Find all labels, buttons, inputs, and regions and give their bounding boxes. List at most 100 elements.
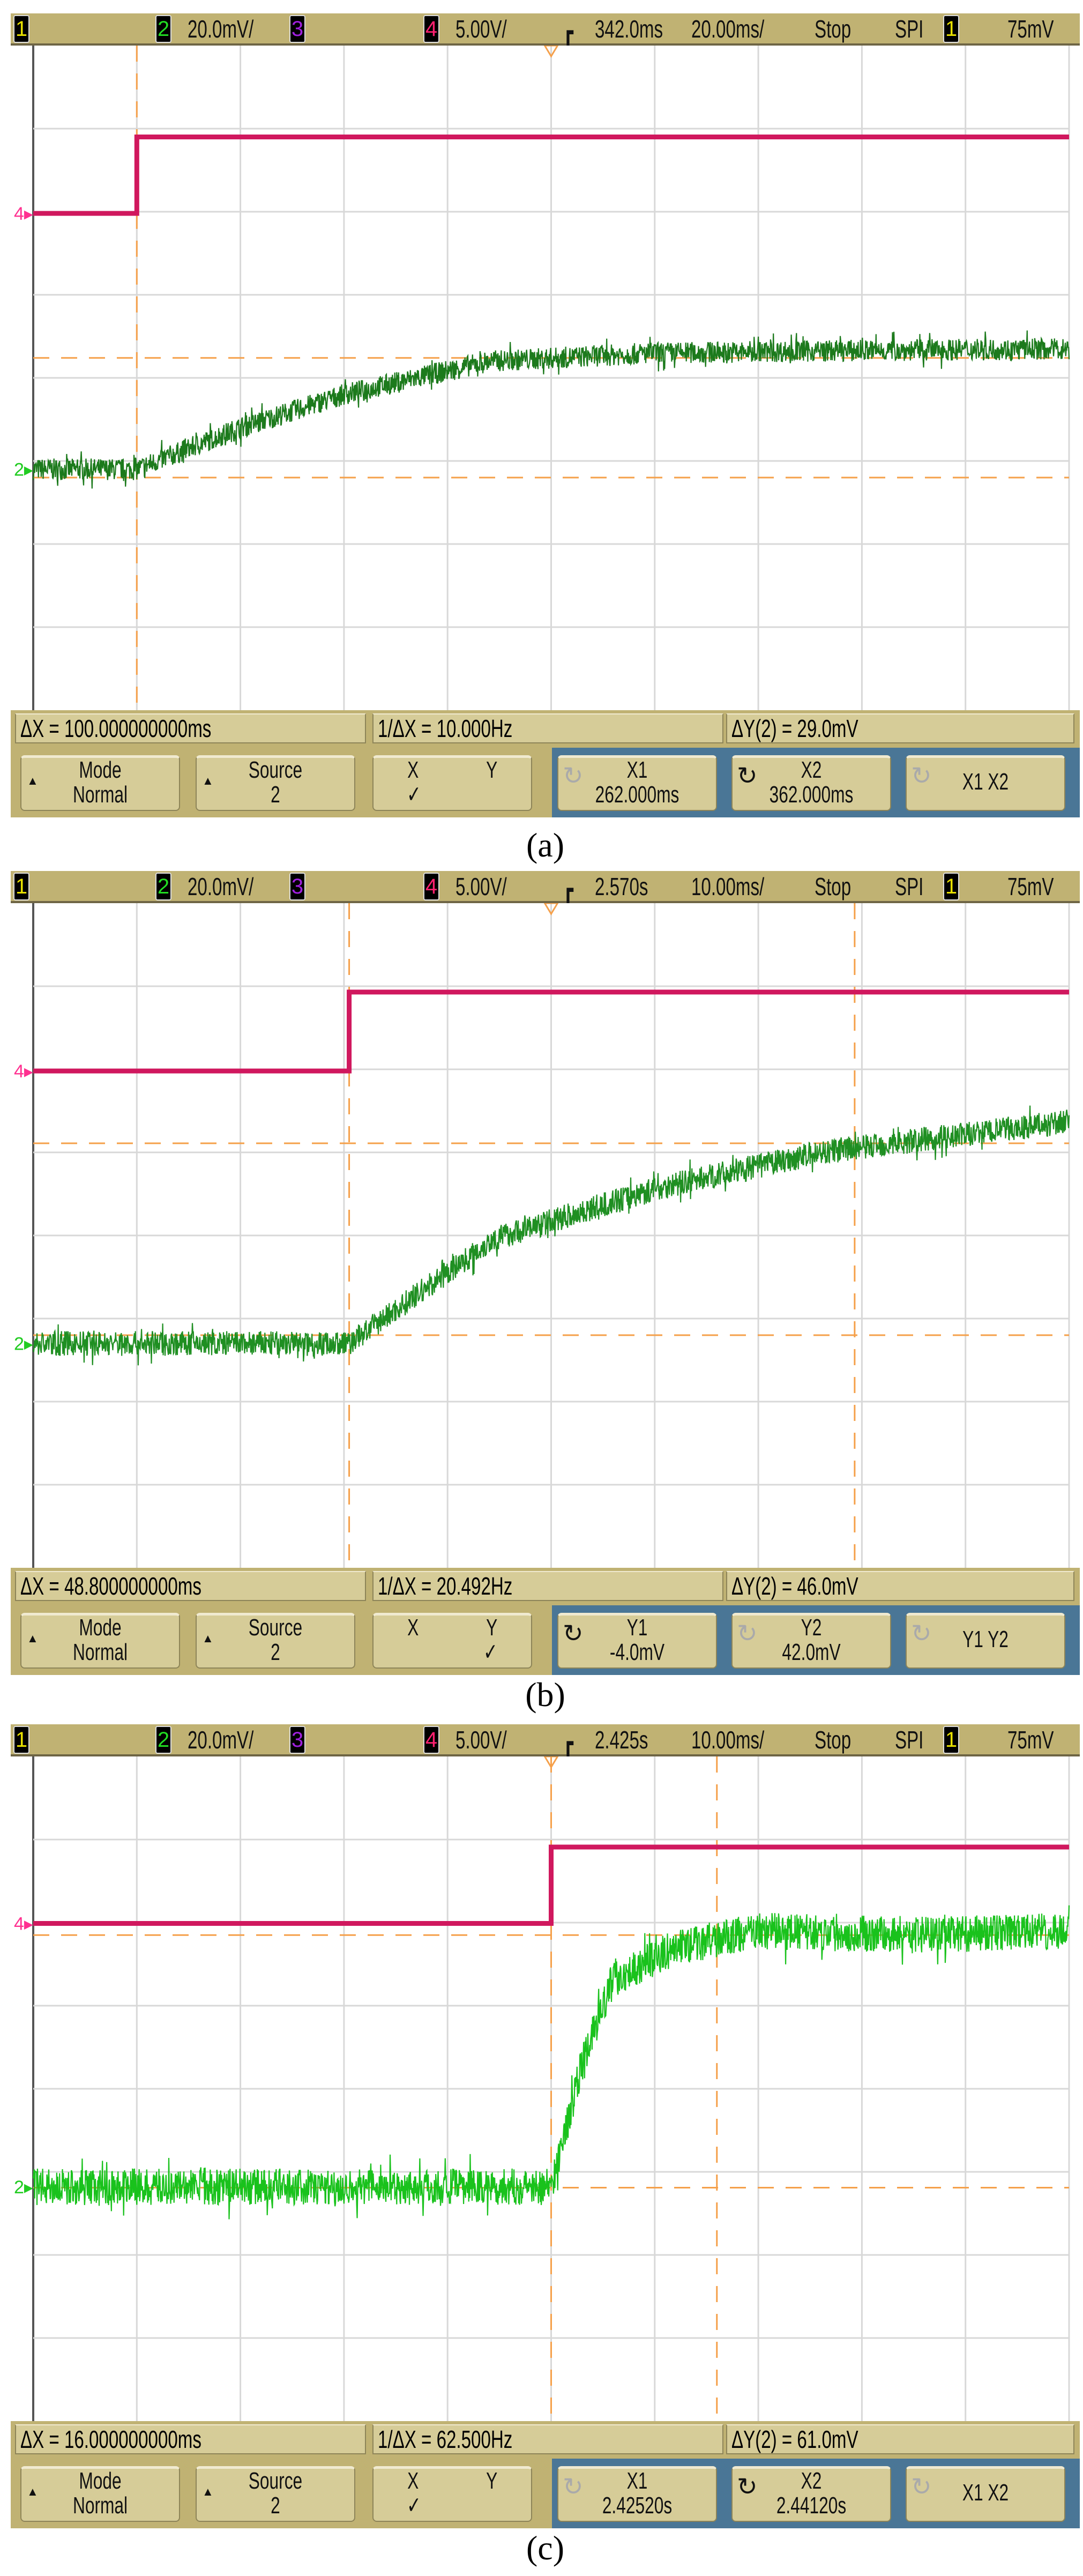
checkmark-icon: ✓ — [406, 781, 421, 808]
cursor-2-softkey[interactable]: ↻ X2 362.000ms — [731, 755, 891, 811]
x-label: X — [407, 1614, 419, 1641]
source-label: Source — [248, 757, 303, 783]
check-row: ✓ — [374, 1640, 531, 1665]
channel-2-scale: 20.0mV/ — [188, 1726, 254, 1754]
softkey-bar: ▲ Mode Normal ▲ Source 2 X Y ✓ ↻ Y1 -4.0mV ↻ Y2 42.0mV… — [11, 1605, 1080, 1675]
channel-2-scale: 20.0mV/ — [188, 873, 254, 900]
mode-softkey[interactable]: ▲ Mode Normal — [20, 1613, 180, 1669]
channel-2-ground-marker: 2▸ — [14, 2177, 33, 2198]
cursor-2-softkey-value: 2.44120s — [776, 2492, 847, 2519]
channel-2-button[interactable]: 2 — [155, 15, 171, 43]
run-state: Stop — [815, 15, 852, 43]
source-softkey[interactable]: ▲ Source 2 — [196, 2466, 355, 2522]
source-value: 2 — [271, 2492, 280, 2519]
delta-y-readout-text: ΔY(2) = 61.0mV — [731, 2425, 858, 2453]
source-value: 2 — [271, 781, 280, 808]
checkmark-icon — [487, 783, 498, 807]
inverse-delta-x-readout: 1/ΔX = 62.500Hz — [372, 2424, 723, 2454]
channel-4-ground-marker: 4▸ — [14, 1914, 33, 1934]
mode-label: Mode — [79, 1614, 122, 1641]
channel-2-button[interactable]: 2 — [155, 1726, 171, 1754]
source-label: Source — [248, 2468, 303, 2494]
channel-3-button[interactable]: 3 — [289, 15, 305, 43]
cursor-1-softkey-value: 2.42520s — [602, 2492, 673, 2519]
channel-4-button[interactable]: 4 — [423, 873, 439, 900]
status-bar: 1 2 20.0mV/3 4 5.00V/2.570s 10.00ms/Stop SPI 1 7… — [11, 871, 1080, 903]
xy-softkey[interactable]: X Y ✓ — [372, 1613, 532, 1669]
y-label: Y — [486, 1614, 498, 1641]
inverse-delta-x-readout: 1/ΔX = 10.000Hz — [372, 713, 723, 743]
cursor-2-softkey-label: Y2 — [801, 1614, 822, 1641]
channel-3-button[interactable]: 3 — [289, 1726, 305, 1754]
delta-y-readout: ΔY(2) = 46.0mV — [726, 1571, 1074, 1601]
cursors-both-softkey[interactable]: ↻ Y1 Y2 — [906, 1613, 1065, 1669]
xy-softkey[interactable]: X Y ✓ — [372, 755, 532, 811]
check-row: ✓ — [374, 783, 531, 807]
mode-softkey[interactable]: ▲ Mode Normal — [20, 2466, 180, 2522]
delta-x-readout: ΔX = 48.800000000ms — [15, 1571, 366, 1601]
channel-1-button[interactable]: 1 — [13, 1726, 29, 1754]
channel-3-button[interactable]: 3 — [289, 873, 305, 900]
checkmark-icon — [487, 2493, 498, 2518]
cursor-1-softkey[interactable]: ↻ Y1 -4.0mV — [557, 1613, 717, 1669]
x-label: X — [407, 2468, 419, 2494]
horizontal-delay: 2.425s — [595, 1726, 648, 1754]
mode-label: Mode — [79, 757, 122, 783]
trigger-source: SPI — [895, 15, 924, 43]
channel-1-button[interactable]: 1 — [13, 873, 29, 900]
scope-panel: 1 2 20.0mV/3 4 5.00V/342.0ms 20.00ms/Stop SPI 1… — [11, 13, 1080, 864]
channel-2-button[interactable]: 2 — [155, 873, 171, 900]
mode-softkey[interactable]: ▲ Mode Normal — [20, 755, 180, 811]
trigger-source: SPI — [895, 1726, 924, 1754]
trigger-channel-badge: 1 — [943, 873, 959, 900]
cursor-2-softkey-value: 42.0mV — [782, 1639, 841, 1665]
channel-2-ground-marker: 2▸ — [14, 460, 33, 480]
cursor-1-softkey[interactable]: ↻ X1 262.000ms — [557, 755, 717, 811]
trigger-edge-icon: ┏ — [563, 876, 573, 904]
scope-panel: 1 2 20.0mV/3 4 5.00V/2.425s 10.00ms/Stop SPI 1 7… — [11, 1724, 1080, 2567]
mode-value: Normal — [72, 1639, 128, 1665]
oscilloscope-graticule: 4▸ 2▸ — [14, 903, 1070, 1568]
up-arrow-icon: ▲ — [27, 1632, 39, 1645]
checkmark-icon: ✓ — [483, 1639, 498, 1665]
mode-value: Normal — [72, 2492, 128, 2519]
cursor-2-softkey-label: X2 — [801, 2468, 822, 2494]
channel-4-button[interactable]: 4 — [423, 1726, 439, 1754]
cursor-2-softkey[interactable]: ↻ X2 2.44120s — [731, 2466, 891, 2522]
up-arrow-icon: ▲ — [27, 2485, 39, 2498]
cursor-2-softkey[interactable]: ↻ Y2 42.0mV — [731, 1613, 891, 1669]
xy-softkey[interactable]: X Y ✓ — [372, 2466, 532, 2522]
horizontal-delay: 342.0ms — [595, 15, 663, 43]
cursor-1-softkey-label: X1 — [626, 2468, 648, 2494]
channel-4-scale: 5.00V/ — [455, 873, 507, 900]
check-row: ✓ — [374, 2493, 531, 2518]
cursor-1-softkey[interactable]: ↻ X1 2.42520s — [557, 2466, 717, 2522]
cursors-both-softkey[interactable]: ↻ X1 X2 — [906, 2466, 1065, 2522]
status-bar: 1 2 20.0mV/3 4 5.00V/342.0ms 20.00ms/Stop SPI 1… — [11, 13, 1080, 46]
cursor-1-softkey-value: -4.0mV — [609, 1639, 665, 1665]
channel-2-ground-marker: 2▸ — [14, 1334, 33, 1354]
inverse-delta-x-readout-text: 1/ΔX = 62.500Hz — [378, 2425, 513, 2453]
y-label: Y — [486, 2468, 498, 2494]
cursor-1-softkey-label: Y1 — [626, 1614, 648, 1641]
cursors-both-softkey[interactable]: ↻ X1 X2 — [906, 755, 1065, 811]
delta-x-readout: ΔX = 16.000000000ms — [15, 2424, 366, 2454]
oscilloscope-graticule: 4▸ 2▸ — [14, 1756, 1070, 2421]
channel-4-scale: 5.00V/ — [455, 15, 507, 43]
source-softkey[interactable]: ▲ Source 2 — [196, 1613, 355, 1669]
channel-4-ground-marker: 4▸ — [14, 204, 33, 224]
cursors-both-label: X1 X2 — [962, 769, 1009, 795]
oscilloscope-graticule: 4▸ 2▸ — [14, 46, 1070, 710]
timebase-scale: 20.00ms/ — [691, 15, 765, 43]
panel-caption: (a) — [526, 826, 565, 864]
cursor-2-softkey-label: X2 — [801, 757, 822, 783]
inverse-delta-x-readout: 1/ΔX = 20.492Hz — [372, 1571, 723, 1601]
source-softkey[interactable]: ▲ Source 2 — [196, 755, 355, 811]
channel-1-button[interactable]: 1 — [13, 15, 29, 43]
mode-value: Normal — [72, 781, 128, 808]
trigger-edge-icon: ┏ — [563, 18, 573, 46]
trigger-source: SPI — [895, 873, 924, 900]
scope-panel: 1 2 20.0mV/3 4 5.00V/2.570s 10.00ms/Stop SPI 1 7… — [11, 871, 1080, 1714]
checkmark-icon — [406, 1640, 418, 1665]
channel-4-button[interactable]: 4 — [423, 15, 439, 43]
